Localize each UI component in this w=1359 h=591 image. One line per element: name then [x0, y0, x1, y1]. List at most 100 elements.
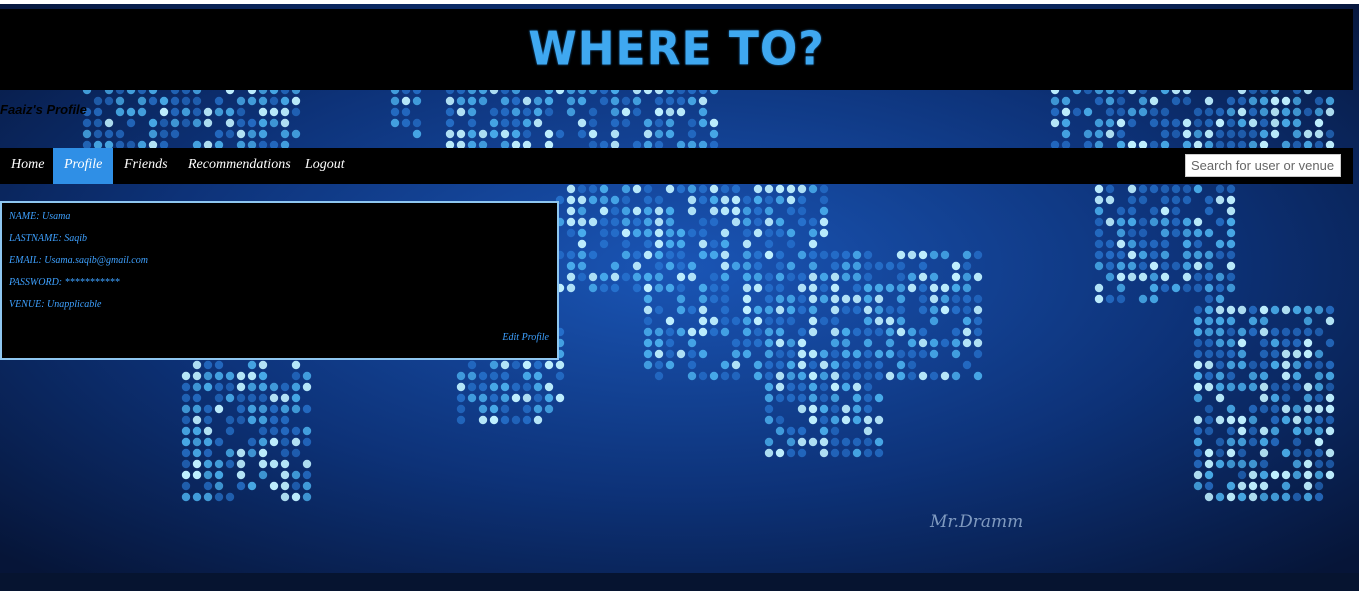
map-dot [775, 316, 785, 326]
map-dot [863, 371, 873, 381]
map-dot [1116, 206, 1126, 216]
map-dot [126, 118, 136, 128]
map-dot [852, 415, 862, 425]
map-dot [192, 415, 202, 425]
map-dot [1292, 118, 1302, 128]
map-dot [962, 360, 972, 370]
map-dot [698, 250, 708, 260]
map-dot [863, 305, 873, 315]
map-dot [852, 305, 862, 315]
map-dot [203, 481, 213, 491]
nav-item-friends[interactable]: Friends [113, 148, 179, 184]
map-dot [467, 393, 477, 403]
map-dot [775, 448, 785, 458]
map-dot [1248, 371, 1258, 381]
map-dot [1193, 371, 1203, 381]
map-dot [951, 283, 961, 293]
map-dot [247, 118, 257, 128]
map-dot [720, 239, 730, 249]
map-dot [1281, 448, 1291, 458]
map-dot [93, 96, 103, 106]
map-dot [665, 349, 675, 359]
map-dot [687, 305, 697, 315]
map-dot [1314, 393, 1324, 403]
map-dot [852, 393, 862, 403]
map-dot [687, 96, 697, 106]
map-dot [1303, 382, 1313, 392]
map-dot [181, 404, 191, 414]
map-dot [214, 437, 224, 447]
map-dot [1204, 107, 1214, 117]
map-dot [599, 217, 609, 227]
map-dot [698, 228, 708, 238]
map-dot [709, 184, 719, 194]
map-dot [698, 96, 708, 106]
map-dot [962, 327, 972, 337]
map-dot [610, 261, 620, 271]
map-dot [1314, 96, 1324, 106]
map-dot [1193, 415, 1203, 425]
map-dot [610, 228, 620, 238]
map-dot [1215, 393, 1225, 403]
map-dot [269, 415, 279, 425]
map-dot [852, 294, 862, 304]
map-dot [181, 107, 191, 117]
map-dot [1204, 129, 1214, 139]
map-dot [203, 415, 213, 425]
map-dot [1127, 107, 1137, 117]
map-dot [1259, 470, 1269, 480]
map-dot [467, 118, 477, 128]
search-input[interactable] [1185, 154, 1341, 177]
map-dot [192, 96, 202, 106]
map-dot [1215, 437, 1225, 447]
map-dot [1138, 107, 1148, 117]
map-dot [973, 327, 983, 337]
site-logo[interactable]: WHERE TO? [528, 23, 825, 77]
map-dot [918, 283, 928, 293]
map-dot [1204, 448, 1214, 458]
map-dot [1303, 349, 1313, 359]
map-dot [1248, 426, 1258, 436]
edit-profile-link[interactable]: Edit Profile [502, 332, 549, 343]
map-dot [170, 118, 180, 128]
map-dot [412, 96, 422, 106]
nav-item-profile[interactable]: Profile [53, 148, 114, 184]
map-dot [1083, 129, 1093, 139]
map-dot [1204, 492, 1214, 502]
map-dot [896, 283, 906, 293]
map-dot [775, 217, 785, 227]
nav-item-home[interactable]: Home [0, 148, 55, 184]
map-dot [302, 437, 312, 447]
map-dot [621, 239, 631, 249]
map-dot [709, 283, 719, 293]
map-dot [478, 129, 488, 139]
map-dot [1160, 239, 1170, 249]
map-dot [632, 96, 642, 106]
map-dot [511, 382, 521, 392]
nav-item-recommendations[interactable]: Recommendations [177, 148, 302, 184]
map-dot [489, 404, 499, 414]
map-dot [500, 107, 510, 117]
map-dot [1281, 470, 1291, 480]
map-dot [797, 437, 807, 447]
map-dot [1292, 338, 1302, 348]
map-dot [698, 305, 708, 315]
map-dot [1281, 481, 1291, 491]
map-dot [203, 437, 213, 447]
map-dot [698, 283, 708, 293]
map-dot [1314, 448, 1324, 458]
map-dot [225, 459, 235, 469]
map-dot [841, 382, 851, 392]
map-dot [1226, 206, 1236, 216]
map-dot [1325, 459, 1335, 469]
map-dot [203, 459, 213, 469]
map-dot [819, 415, 829, 425]
map-dot [797, 360, 807, 370]
map-dot [1193, 129, 1203, 139]
map-dot [445, 96, 455, 106]
map-dot [764, 184, 774, 194]
map-dot [467, 96, 477, 106]
map-dot [698, 195, 708, 205]
map-dot [731, 261, 741, 271]
nav-item-logout[interactable]: Logout [294, 148, 356, 184]
